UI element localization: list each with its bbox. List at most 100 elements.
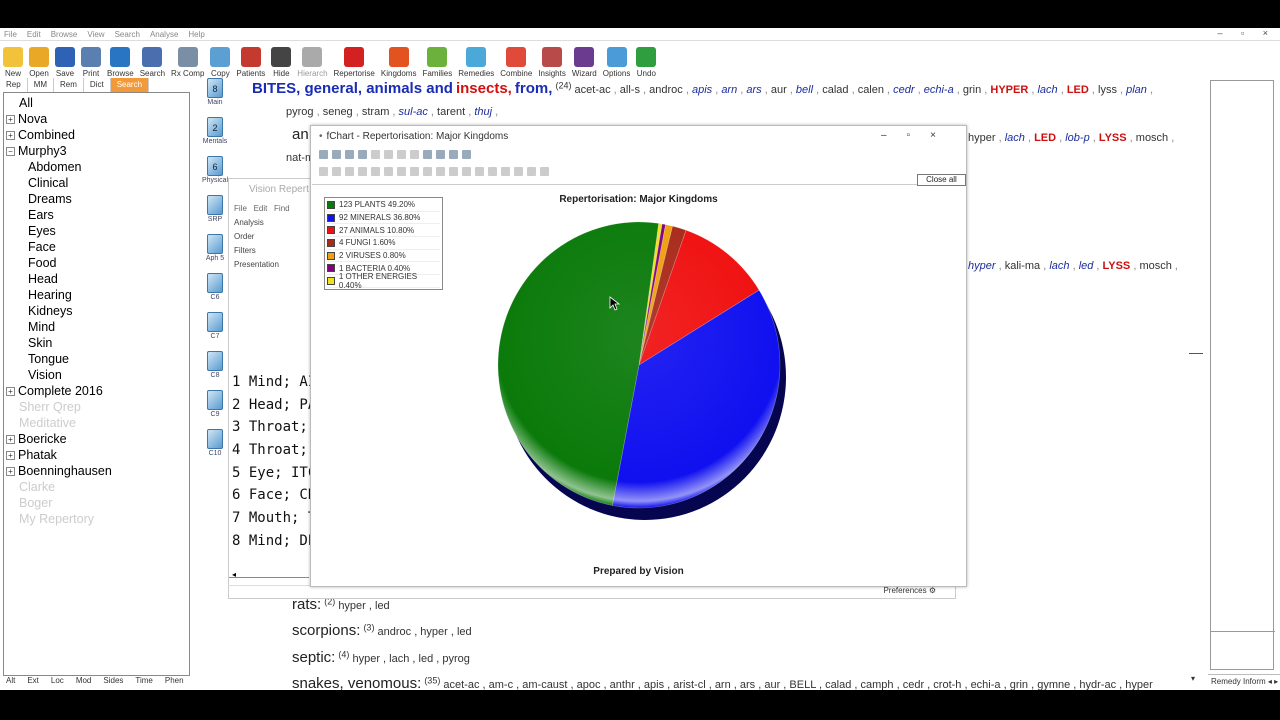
tab-search[interactable]: Search <box>110 78 150 92</box>
close-all-button[interactable]: Close all <box>917 174 966 186</box>
remedy[interactable]: hyper <box>968 260 996 272</box>
toolbar-hide-button[interactable]: Hide <box>268 42 294 78</box>
chapter-c7[interactable]: C7 <box>198 312 232 351</box>
hand-icon[interactable] <box>436 150 445 159</box>
remedy[interactable]: acet-ac <box>575 84 611 96</box>
remedy[interactable]: LYSS <box>1103 260 1131 272</box>
tree-item-my-repertory[interactable]: My Repertory <box>4 511 189 527</box>
tree-item-face[interactable]: Face <box>4 239 189 255</box>
tree-item-mind[interactable]: Mind <box>4 319 189 335</box>
tool-icon[interactable] <box>514 167 523 176</box>
menu-edit[interactable]: Edit <box>27 30 41 39</box>
toolbar-wizard-button[interactable]: Wizard <box>569 42 600 78</box>
open-icon[interactable] <box>319 150 328 159</box>
remedy[interactable]: echi-a <box>924 84 954 96</box>
toolbar-copy-button[interactable]: Copy <box>207 42 233 78</box>
collapse-icon[interactable]: − <box>6 147 15 157</box>
menu-browse[interactable]: Browse <box>51 30 78 39</box>
tool-icon[interactable] <box>319 167 328 176</box>
menu-analyse[interactable]: Analyse <box>150 30 178 39</box>
remedy[interactable]: HYPER <box>990 84 1028 96</box>
vision-menu-find[interactable]: Find <box>274 204 290 213</box>
remedy[interactable]: LED <box>1067 84 1089 96</box>
tool-icon[interactable] <box>358 167 367 176</box>
tree-item-murphy3[interactable]: − Murphy3 <box>4 143 189 159</box>
remedy[interactable]: lach <box>1005 132 1025 144</box>
expand-icon[interactable]: + <box>6 387 15 397</box>
tool-icon[interactable] <box>410 167 419 176</box>
remedy[interactable]: lach <box>1049 260 1069 272</box>
remedy[interactable]: cedr <box>893 84 914 96</box>
remedy-info-tab[interactable]: Remedy Inform ◂ ▸ <box>1208 674 1280 688</box>
toolbar-save-button[interactable]: Save <box>52 42 78 78</box>
tree-item-food[interactable]: Food <box>4 255 189 271</box>
remedy[interactable]: lob-p <box>1065 132 1089 144</box>
tool-icon[interactable] <box>410 150 419 159</box>
tree-item-ears[interactable]: Ears <box>4 207 189 223</box>
rubric-septic[interactable]: septic: (4) hyper , lach , led , pyrog <box>292 649 470 666</box>
vision-order[interactable]: Order <box>234 232 254 241</box>
rubric-line3[interactable]: an <box>292 126 309 143</box>
chapter-c9[interactable]: C9 <box>198 390 232 429</box>
vision-scroll-left[interactable]: ◂ <box>232 570 236 579</box>
tool-icon[interactable] <box>345 167 354 176</box>
expand-icon[interactable]: + <box>6 131 15 141</box>
tree-item-nova[interactable]: + Nova <box>4 111 189 127</box>
remedy[interactable]: plan <box>1126 84 1147 96</box>
remedy[interactable]: kali-ma <box>1005 260 1040 272</box>
remedy[interactable]: arn <box>721 84 737 96</box>
remedy[interactable]: led <box>1079 260 1094 272</box>
tree-item-boenninghausen[interactable]: + Boenninghausen <box>4 463 189 479</box>
menu-help[interactable]: Help <box>188 30 204 39</box>
remedy[interactable]: bell <box>796 84 813 96</box>
tool-icon[interactable] <box>527 167 536 176</box>
toolbar-browse-button[interactable]: Browse <box>104 42 137 78</box>
tree-item-abdomen[interactable]: Abdomen <box>4 159 189 175</box>
tool-icon[interactable] <box>488 167 497 176</box>
zoom-icon[interactable] <box>449 150 458 159</box>
toolbar-hierarch-button[interactable]: Hierarch <box>294 42 330 78</box>
tool-icon[interactable] <box>332 167 341 176</box>
remedy[interactable]: stram <box>362 106 390 118</box>
menu-view[interactable]: View <box>87 30 104 39</box>
toolbar-combine-button[interactable]: Combine <box>497 42 535 78</box>
tree-item-boericke[interactable]: + Boericke <box>4 431 189 447</box>
window-controls[interactable]: – ▫ × <box>1218 28 1276 38</box>
move-icon[interactable] <box>462 150 471 159</box>
tree-item-clarke[interactable]: Clarke <box>4 479 189 495</box>
remedy[interactable]: apis <box>692 84 712 96</box>
toolbar-rx-comp-button[interactable]: Rx Comp <box>168 42 207 78</box>
toolbar-print-button[interactable]: Print <box>78 42 104 78</box>
remedy[interactable]: lach <box>1037 84 1057 96</box>
tool-icon[interactable] <box>449 167 458 176</box>
remedy[interactable]: all-s <box>620 84 640 96</box>
toolbar-open-button[interactable]: Open <box>26 42 52 78</box>
tool-icon[interactable] <box>397 167 406 176</box>
save-icon[interactable] <box>332 150 341 159</box>
expand-icon[interactable]: + <box>6 451 15 461</box>
tree-item-sherr-qrep[interactable]: Sherr Qrep <box>4 399 189 415</box>
toolbar-kingdoms-button[interactable]: Kingdoms <box>378 42 420 78</box>
chapter-c6[interactable]: C6 <box>198 273 232 312</box>
tool-icon[interactable] <box>384 167 393 176</box>
vision-presentation[interactable]: Presentation <box>234 260 279 269</box>
toolbar-insights-button[interactable]: Insights <box>535 42 569 78</box>
tree-item-dreams[interactable]: Dreams <box>4 191 189 207</box>
tool-icon[interactable] <box>371 167 380 176</box>
save-as-icon[interactable] <box>345 150 354 159</box>
preferences-button[interactable]: Preferences <box>883 586 926 595</box>
remedy[interactable]: hyper <box>968 132 996 144</box>
remedy[interactable]: mosch <box>1136 132 1168 144</box>
chapter-mentals[interactable]: 2 Mentals <box>198 117 232 156</box>
tab-mm[interactable]: MM <box>28 78 55 92</box>
chapter-srp[interactable]: SRP <box>198 195 232 234</box>
tab-rem[interactable]: Rem <box>54 78 84 92</box>
tool-icon[interactable] <box>501 167 510 176</box>
vision-filters[interactable]: Filters <box>234 246 256 255</box>
toolbar-remedies-button[interactable]: Remedies <box>455 42 497 78</box>
vision-analysis[interactable]: Analysis <box>234 218 264 227</box>
expand-icon[interactable]: + <box>6 467 15 477</box>
menu-search[interactable]: Search <box>115 30 140 39</box>
tab-time[interactable]: Time <box>129 676 158 688</box>
tree-item-skin[interactable]: Skin <box>4 335 189 351</box>
